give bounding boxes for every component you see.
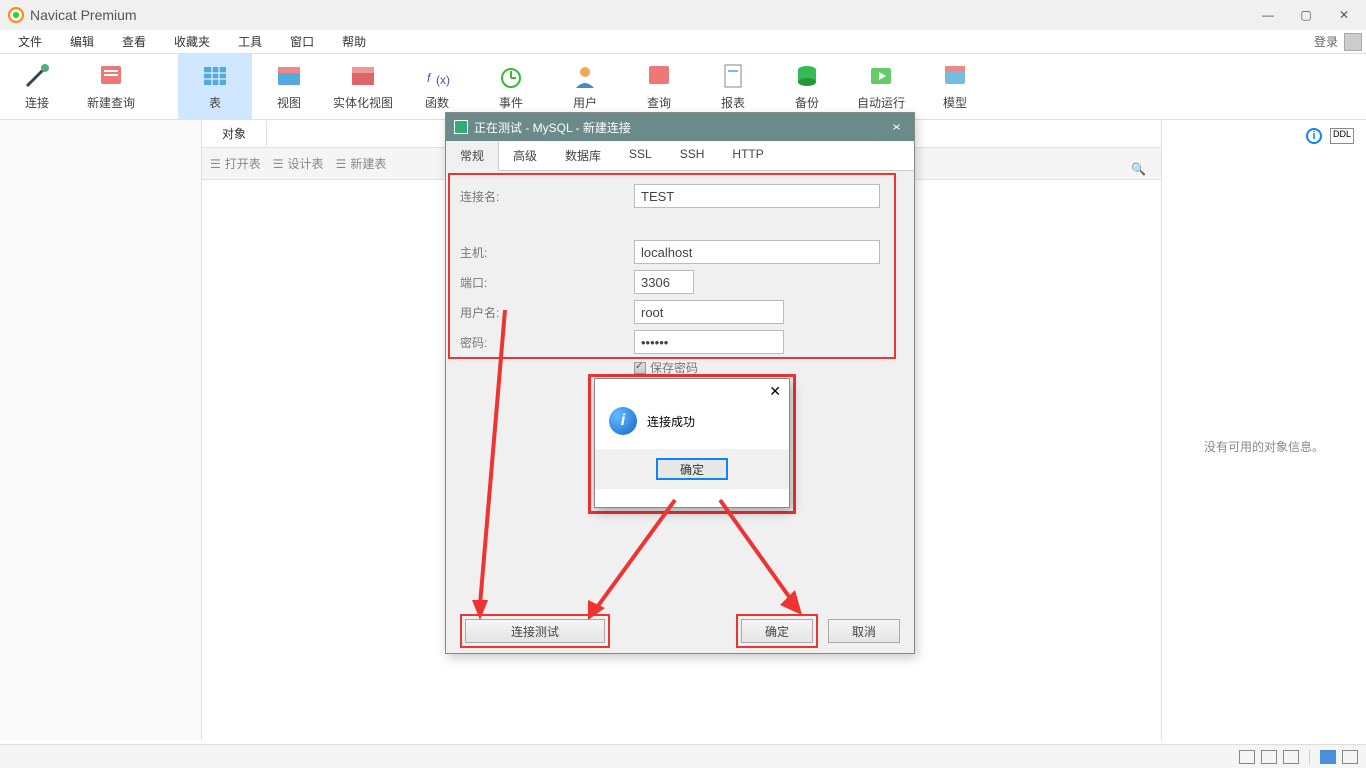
login-link[interactable]: 登录 <box>1314 33 1344 50</box>
toolbar-table[interactable]: 表 <box>178 54 252 119</box>
ddl-icon[interactable]: DDL <box>1330 128 1354 144</box>
test-connection-button[interactable]: 连接测试 <box>465 619 605 643</box>
menu-tools[interactable]: 工具 <box>224 30 276 53</box>
info-panel: i DDL 🔍 没有可用的对象信息。 <box>1162 120 1366 740</box>
toolbar-matview[interactable]: 实体化视图 <box>326 54 400 119</box>
avatar-icon[interactable] <box>1344 33 1362 51</box>
menubar: 文件 编辑 查看 收藏夹 工具 窗口 帮助 登录 <box>0 30 1366 54</box>
annotation-form-box <box>448 173 896 359</box>
toolbar-event[interactable]: 事件 <box>474 54 548 119</box>
dialog-title: 正在测试 - MySQL - 新建连接 <box>474 119 887 136</box>
toolbar-user[interactable]: 用户 <box>548 54 622 119</box>
menu-favorites[interactable]: 收藏夹 <box>160 30 224 53</box>
svg-text:f: f <box>427 71 432 85</box>
tab-advanced[interactable]: 高级 <box>499 141 551 170</box>
toolbar-backup[interactable]: 备份 <box>770 54 844 119</box>
view-large-icon[interactable] <box>1239 750 1255 764</box>
design-table-button[interactable]: ☰ 设计表 <box>273 155 324 172</box>
menu-help[interactable]: 帮助 <box>328 30 380 53</box>
connection-sidebar <box>0 120 202 740</box>
window-controls: — ▢ ✕ <box>1258 8 1354 22</box>
tab-ssl[interactable]: SSL <box>615 141 666 170</box>
toolbar-connection[interactable]: 连接 <box>0 54 74 119</box>
maximize-button[interactable]: ▢ <box>1296 8 1316 22</box>
statusbar <box>0 744 1366 768</box>
tab-http[interactable]: HTTP <box>718 141 777 170</box>
tab-general[interactable]: 常规 <box>446 141 499 171</box>
search-icon[interactable]: 🔍 <box>1131 162 1146 176</box>
view-detail-icon[interactable] <box>1283 750 1299 764</box>
toolbar-autorun[interactable]: 自动运行 <box>844 54 918 119</box>
info-icon[interactable]: i <box>1306 128 1322 144</box>
msgbox-text: 连接成功 <box>647 413 695 430</box>
svg-text:(x): (x) <box>436 73 450 87</box>
toolbar-view[interactable]: 视图 <box>252 54 326 119</box>
toolbar-model[interactable]: 模型 <box>918 54 992 119</box>
annotation-test-box: 连接测试 <box>460 614 610 648</box>
dialog-form: 连接名: 主机: 端口: 用户名: 密码: 保存密码 <box>446 171 914 388</box>
save-password-checkbox[interactable]: 保存密码 <box>634 359 900 376</box>
msgbox-ok-button[interactable]: 确定 <box>656 458 728 480</box>
menu-edit[interactable]: 编辑 <box>56 30 108 53</box>
close-button[interactable]: ✕ <box>1334 8 1354 22</box>
toolbar-new-query[interactable]: 新建查询 <box>74 54 148 119</box>
open-table-button[interactable]: ☰ 打开表 <box>210 155 261 172</box>
menu-file[interactable]: 文件 <box>4 30 56 53</box>
new-table-button[interactable]: ☰ 新建表 <box>336 155 387 172</box>
tab-ssh[interactable]: SSH <box>666 141 719 170</box>
tab-database[interactable]: 数据库 <box>551 141 615 170</box>
toolbar-report[interactable]: 报表 <box>696 54 770 119</box>
app-title: Navicat Premium <box>30 7 1258 23</box>
dialog-tabs: 常规 高级 数据库 SSL SSH HTTP <box>446 141 914 171</box>
main-toolbar: 连接 新建查询 表 视图 实体化视图 f(x)函数 事件 用户 查询 报表 备份… <box>0 54 1366 120</box>
info-icon: i <box>609 407 637 435</box>
minimize-button[interactable]: — <box>1258 8 1278 22</box>
no-info-text: 没有可用的对象信息。 <box>1162 152 1366 740</box>
view-panel2-icon[interactable] <box>1342 750 1358 764</box>
menu-view[interactable]: 查看 <box>108 30 160 53</box>
view-panel-icon[interactable] <box>1320 750 1336 764</box>
msgbox-close-button[interactable]: ✕ <box>769 383 781 397</box>
toolbar-query2[interactable]: 查询 <box>622 54 696 119</box>
dialog-ok-button[interactable]: 确定 <box>741 619 813 643</box>
dialog-footer: 连接测试 确定 取消 <box>446 609 914 653</box>
message-box: ✕ i 连接成功 确定 <box>594 378 790 508</box>
toolbar-function[interactable]: f(x)函数 <box>400 54 474 119</box>
app-logo-icon <box>8 7 24 23</box>
tab-objects[interactable]: 对象 <box>202 121 267 146</box>
titlebar: Navicat Premium — ▢ ✕ <box>0 0 1366 30</box>
dialog-close-button[interactable]: × <box>884 120 909 134</box>
dialog-cancel-button[interactable]: 取消 <box>828 619 900 643</box>
view-list-icon[interactable] <box>1261 750 1277 764</box>
menu-window[interactable]: 窗口 <box>276 30 328 53</box>
dialog-icon <box>454 120 468 134</box>
dialog-titlebar: 正在测试 - MySQL - 新建连接 × <box>446 113 914 141</box>
annotation-ok-box: 确定 <box>736 614 818 648</box>
